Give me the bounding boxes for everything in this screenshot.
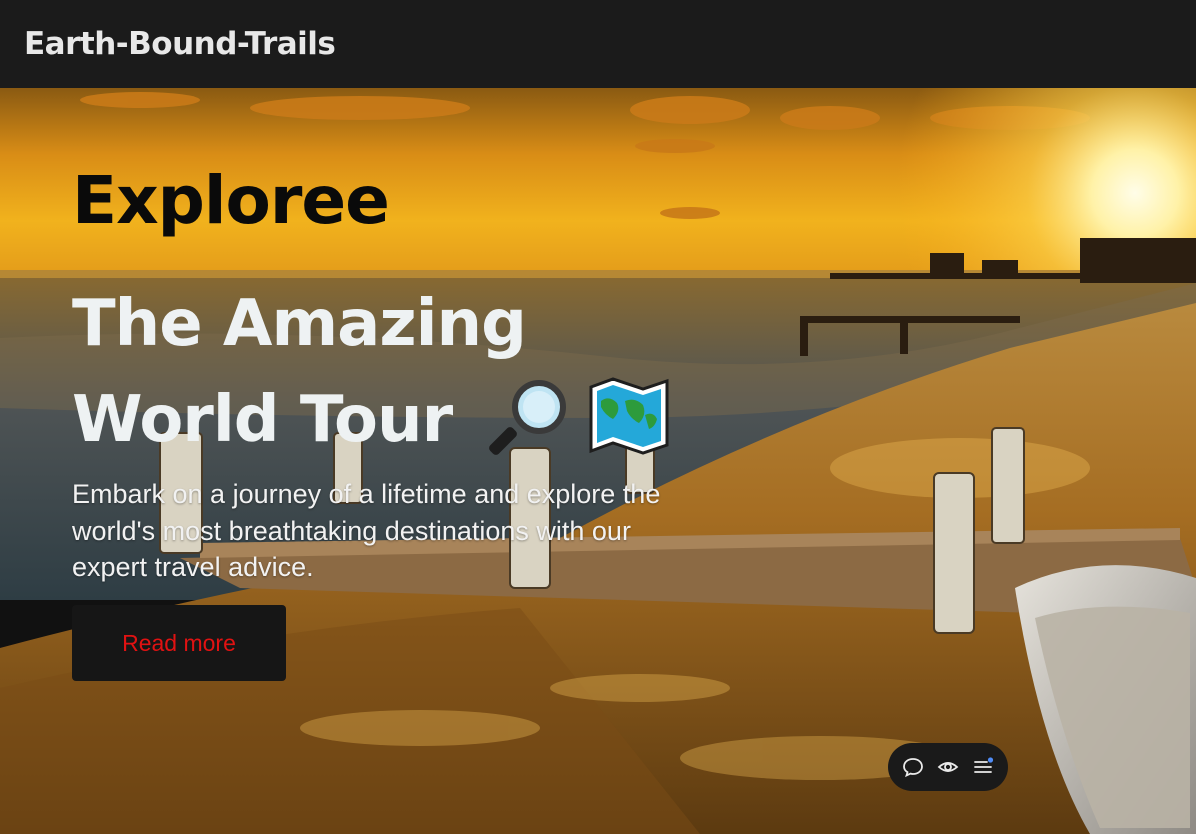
headline-line-1: The Amazing xyxy=(72,287,527,361)
world-map-icon xyxy=(589,377,669,456)
magnifying-glass-icon xyxy=(489,380,567,456)
chat-bubble-icon[interactable] xyxy=(901,755,925,779)
headline-line-2: World Tour xyxy=(72,383,453,457)
hero-description: Embark on a journey of a lifetime and ex… xyxy=(72,479,661,582)
read-more-button[interactable]: Read more xyxy=(72,605,286,681)
floating-toolbar xyxy=(888,743,1008,791)
eye-icon[interactable] xyxy=(936,755,960,779)
top-navbar: Earth-Bound-Trails xyxy=(0,0,1196,88)
brand-logo-text[interactable]: Earth-Bound-Trails xyxy=(24,26,336,62)
hero-headline: The Amazing World Tour xyxy=(72,276,671,468)
notification-dot xyxy=(987,757,993,763)
hero-eyebrow: Exploree xyxy=(72,162,390,239)
headline-emoji-group xyxy=(489,375,671,456)
menu-icon[interactable] xyxy=(971,755,995,779)
